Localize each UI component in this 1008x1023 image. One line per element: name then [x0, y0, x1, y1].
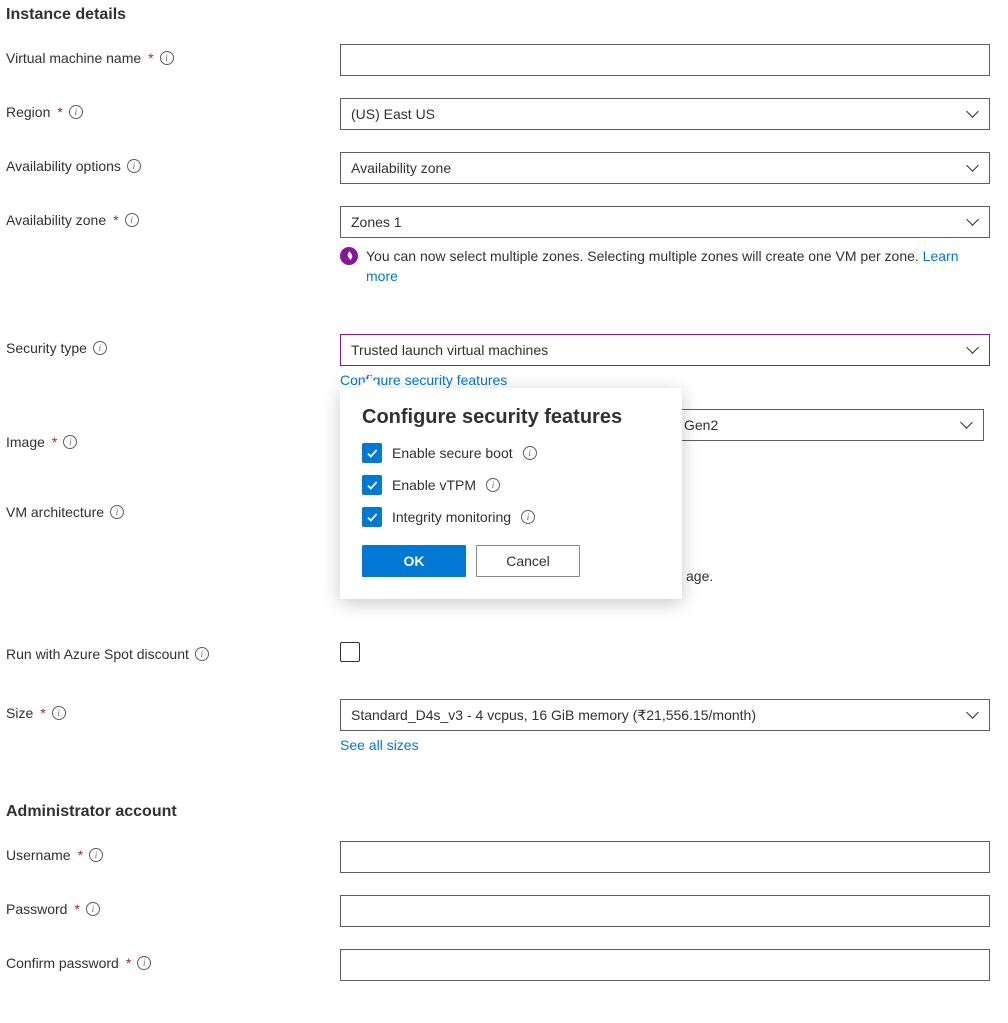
- required-indicator: *: [148, 50, 153, 66]
- vtpm-checkbox[interactable]: [362, 475, 382, 495]
- region-value: (US) East US: [351, 106, 435, 122]
- ok-button[interactable]: OK: [362, 545, 466, 577]
- chevron-down-icon: [967, 108, 979, 120]
- confirm-password-input[interactable]: [340, 949, 990, 981]
- availability-zone-label: Availability zone: [6, 212, 106, 228]
- info-icon[interactable]: [137, 956, 151, 970]
- integrity-monitoring-label: Integrity monitoring: [392, 509, 511, 525]
- spot-discount-label: Run with Azure Spot discount: [6, 646, 189, 662]
- availability-options-value: Availability zone: [351, 160, 451, 176]
- section-admin-account: Administrator account: [6, 803, 1002, 821]
- info-icon[interactable]: [69, 105, 83, 119]
- password-label: Password: [6, 901, 67, 917]
- username-label: Username: [6, 847, 71, 863]
- rocket-icon: [340, 247, 358, 265]
- vm-arch-message-peek: age.: [686, 568, 713, 584]
- password-input[interactable]: [340, 895, 990, 927]
- info-icon[interactable]: [89, 848, 103, 862]
- see-sizes-link[interactable]: See all sizes: [340, 737, 990, 753]
- required-indicator: *: [52, 434, 57, 450]
- popup-title: Configure security features: [362, 406, 660, 429]
- required-indicator: *: [57, 104, 62, 120]
- chevron-down-icon: [967, 162, 979, 174]
- info-icon[interactable]: [63, 435, 77, 449]
- required-indicator: *: [113, 212, 118, 228]
- info-icon[interactable]: [521, 510, 535, 524]
- region-select[interactable]: (US) East US: [340, 98, 990, 130]
- confirm-password-label: Confirm password: [6, 955, 119, 971]
- required-indicator: *: [126, 955, 131, 971]
- secure-boot-checkbox[interactable]: [362, 443, 382, 463]
- size-select[interactable]: Standard_D4s_v3 - 4 vcpus, 16 GiB memory…: [340, 699, 990, 731]
- size-value: Standard_D4s_v3 - 4 vcpus, 16 GiB memory…: [351, 707, 756, 724]
- security-type-value: Trusted launch virtual machines: [351, 342, 548, 358]
- info-icon[interactable]: [52, 706, 66, 720]
- vm-name-label: Virtual machine name: [6, 50, 141, 66]
- chevron-down-icon: [967, 216, 979, 228]
- info-icon[interactable]: [110, 505, 124, 519]
- info-icon[interactable]: [195, 647, 209, 661]
- availability-options-select[interactable]: Availability zone: [340, 152, 990, 184]
- info-icon[interactable]: [125, 213, 139, 227]
- vm-architecture-label: VM architecture: [6, 504, 104, 520]
- secure-boot-label: Enable secure boot: [392, 445, 513, 461]
- info-icon[interactable]: [93, 341, 107, 355]
- size-label: Size: [6, 705, 33, 721]
- security-type-label: Security type: [6, 340, 87, 356]
- required-indicator: *: [78, 847, 83, 863]
- image-label: Image: [6, 434, 45, 450]
- required-indicator: *: [74, 901, 79, 917]
- image-select-peek[interactable]: Gen2: [680, 409, 984, 441]
- vtpm-label: Enable vTPM: [392, 477, 476, 493]
- cancel-button[interactable]: Cancel: [476, 545, 580, 577]
- availability-zone-value: Zones 1: [351, 214, 402, 230]
- info-icon[interactable]: [127, 159, 141, 173]
- chevron-down-icon: [967, 709, 979, 721]
- configure-security-link[interactable]: Configure security features: [340, 372, 990, 388]
- security-features-popup: Configure security features Enable secur…: [340, 388, 682, 599]
- availability-options-label: Availability options: [6, 158, 121, 174]
- chevron-down-icon: [961, 419, 973, 431]
- chevron-down-icon: [967, 344, 979, 356]
- info-icon[interactable]: [486, 478, 500, 492]
- region-label: Region: [6, 104, 50, 120]
- info-icon[interactable]: [160, 51, 174, 65]
- integrity-monitoring-checkbox[interactable]: [362, 507, 382, 527]
- availability-zone-helper: You can now select multiple zones. Selec…: [366, 246, 990, 286]
- info-icon[interactable]: [86, 902, 100, 916]
- info-icon[interactable]: [523, 446, 537, 460]
- availability-zone-select[interactable]: Zones 1: [340, 206, 990, 238]
- security-type-select[interactable]: Trusted launch virtual machines: [340, 334, 990, 366]
- username-input[interactable]: [340, 841, 990, 873]
- vm-name-input[interactable]: [340, 44, 990, 76]
- section-instance-details: Instance details: [6, 6, 1002, 24]
- required-indicator: *: [40, 705, 45, 721]
- spot-discount-checkbox[interactable]: [340, 642, 360, 662]
